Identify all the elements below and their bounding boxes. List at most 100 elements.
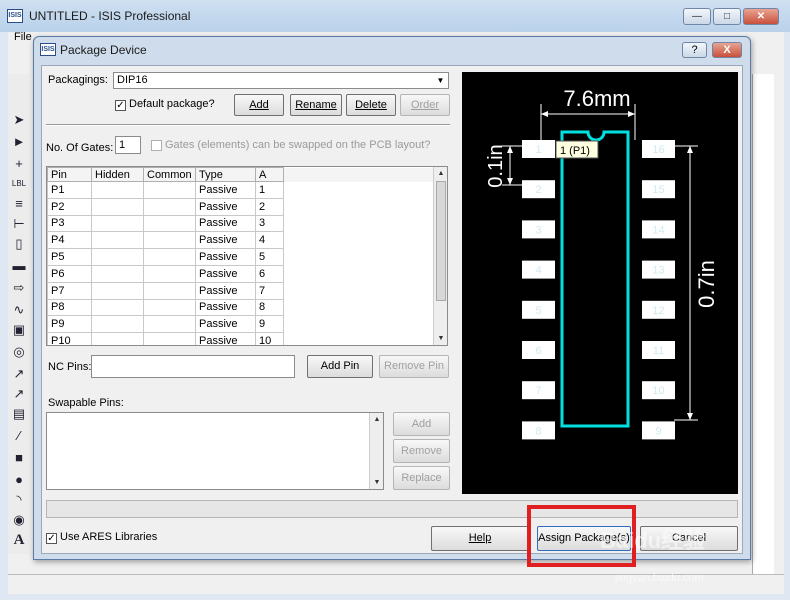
table-cell[interactable] xyxy=(143,281,196,300)
chevron-down-icon[interactable]: ▼ xyxy=(434,74,447,87)
maximize-icon[interactable]: □ xyxy=(713,8,741,25)
table-cell[interactable]: 8 xyxy=(255,298,284,317)
subcircuit-icon[interactable]: ▯ xyxy=(10,236,28,252)
help-question-icon[interactable]: ? xyxy=(682,42,707,58)
table-cell[interactable]: 9 xyxy=(255,315,284,334)
table-cell[interactable] xyxy=(91,332,144,345)
packaging-select[interactable]: DIP16 ▼ xyxy=(113,72,449,89)
table-cell[interactable] xyxy=(143,248,196,266)
swapable-scrollbar[interactable]: ▲ ▼ xyxy=(369,413,383,489)
text-tool-icon[interactable]: A xyxy=(10,532,28,548)
tape-icon[interactable]: ▣ xyxy=(10,322,28,338)
delete-package-button[interactable]: Delete xyxy=(346,94,396,116)
swapable-pins-list[interactable]: ▲ ▼ xyxy=(46,412,384,490)
table-cell[interactable]: 10 xyxy=(255,332,284,345)
table-cell[interactable] xyxy=(91,248,144,266)
generator-icon[interactable]: ◎ xyxy=(10,344,28,360)
scroll-down-icon[interactable]: ▼ xyxy=(370,476,384,489)
add-package-button[interactable]: Add xyxy=(234,94,284,116)
dialog-close-icon[interactable]: X xyxy=(712,42,742,58)
table-cell[interactable]: P10 xyxy=(47,332,92,345)
column-header[interactable]: Type xyxy=(195,167,256,182)
table-cell[interactable] xyxy=(91,197,144,216)
default-package-checkbox[interactable]: ✓ xyxy=(115,100,126,111)
box-icon[interactable]: ■ xyxy=(10,450,28,466)
rename-package-button[interactable]: Rename xyxy=(290,94,342,116)
table-cell[interactable]: Passive xyxy=(195,281,256,300)
swap-add-button[interactable]: Add xyxy=(393,412,450,436)
add-pin-button[interactable]: Add Pin xyxy=(307,355,373,378)
table-cell[interactable] xyxy=(91,281,144,300)
app-close-icon[interactable]: ✕ xyxy=(743,8,779,25)
table-cell[interactable]: P5 xyxy=(47,248,92,266)
column-header[interactable]: Pin xyxy=(47,167,92,182)
table-cell[interactable] xyxy=(143,315,196,334)
probe-icon[interactable]: ↗ xyxy=(10,366,28,382)
table-cell[interactable]: P9 xyxy=(47,315,92,334)
table-cell[interactable] xyxy=(91,214,144,233)
component-mode-icon[interactable]: ► xyxy=(10,134,28,150)
scroll-up-icon[interactable]: ▲ xyxy=(434,167,447,180)
nc-pins-input[interactable] xyxy=(91,355,295,378)
table-cell[interactable]: P3 xyxy=(47,214,92,233)
help-button[interactable]: Help xyxy=(431,526,529,551)
order-package-button[interactable]: Order xyxy=(400,94,450,116)
table-row[interactable]: P6 Passive 6 xyxy=(47,264,436,283)
table-cell[interactable] xyxy=(143,231,196,250)
table-cell[interactable] xyxy=(143,298,196,317)
scroll-down-icon[interactable]: ▼ xyxy=(434,332,447,345)
swap-replace-button[interactable]: Replace xyxy=(393,466,450,490)
table-cell[interactable] xyxy=(143,264,196,283)
pin-table-scrollbar[interactable]: ▲ ▼ xyxy=(433,167,447,345)
table-cell[interactable]: Passive xyxy=(195,332,256,345)
selection-mode-icon[interactable]: ➤ xyxy=(10,112,28,128)
table-cell[interactable]: 5 xyxy=(255,248,284,266)
table-cell[interactable] xyxy=(143,332,196,345)
table-cell[interactable] xyxy=(91,298,144,317)
column-header[interactable]: Hidden xyxy=(91,167,144,182)
text-script-icon[interactable]: ≡ xyxy=(10,196,28,212)
arc-icon[interactable]: ◝ xyxy=(10,492,28,508)
wire-label-icon[interactable]: LBL xyxy=(10,176,28,192)
column-header[interactable]: Common xyxy=(143,167,196,182)
terminal-icon[interactable]: ▬ xyxy=(10,258,28,274)
table-cell[interactable]: P6 xyxy=(47,264,92,283)
circle-icon[interactable]: ● xyxy=(10,472,28,488)
scroll-up-icon[interactable]: ▲ xyxy=(370,413,384,426)
table-cell[interactable]: Passive xyxy=(195,298,256,317)
cancel-button[interactable]: Cancel xyxy=(640,526,738,551)
table-row[interactable]: P1 Passive 1 xyxy=(47,181,436,199)
table-cell[interactable]: 7 xyxy=(255,281,284,300)
probe-current-icon[interactable]: ↗ xyxy=(10,386,28,402)
assign-packages-button[interactable]: Assign Package(s) xyxy=(537,526,631,551)
instrument-icon[interactable]: ▤ xyxy=(10,406,28,422)
swap-remove-button[interactable]: Remove xyxy=(393,439,450,463)
table-cell[interactable]: P1 xyxy=(47,181,92,199)
table-cell[interactable]: 6 xyxy=(255,264,284,283)
scroll-thumb[interactable] xyxy=(436,181,446,301)
table-row[interactable]: P9 Passive 9 xyxy=(47,315,436,334)
bus-icon[interactable]: ⊢ xyxy=(10,216,28,232)
table-cell[interactable] xyxy=(143,214,196,233)
table-cell[interactable]: P4 xyxy=(47,231,92,250)
graph-icon[interactable]: ∿ xyxy=(10,302,28,318)
table-cell[interactable] xyxy=(143,197,196,216)
gates-swap-checkbox[interactable] xyxy=(151,140,162,151)
table-cell[interactable]: Passive xyxy=(195,197,256,216)
table-cell[interactable]: Passive xyxy=(195,214,256,233)
table-cell[interactable]: P7 xyxy=(47,281,92,300)
table-cell[interactable]: Passive xyxy=(195,231,256,250)
table-cell[interactable] xyxy=(91,231,144,250)
remove-pin-button[interactable]: Remove Pin xyxy=(379,355,449,378)
junction-icon[interactable]: + xyxy=(10,156,28,172)
table-cell[interactable]: Passive xyxy=(195,264,256,283)
minimize-icon[interactable]: — xyxy=(683,8,711,25)
use-ares-checkbox[interactable]: ✓ xyxy=(46,533,57,544)
table-row[interactable]: P10 Passive 10 xyxy=(47,332,436,345)
table-cell[interactable]: Passive xyxy=(195,181,256,199)
table-cell[interactable]: P2 xyxy=(47,197,92,216)
table-cell[interactable]: 2 xyxy=(255,197,284,216)
table-row[interactable]: P7 Passive 7 xyxy=(47,281,436,300)
table-cell[interactable] xyxy=(91,181,144,199)
menu-file[interactable]: File xyxy=(14,31,32,43)
